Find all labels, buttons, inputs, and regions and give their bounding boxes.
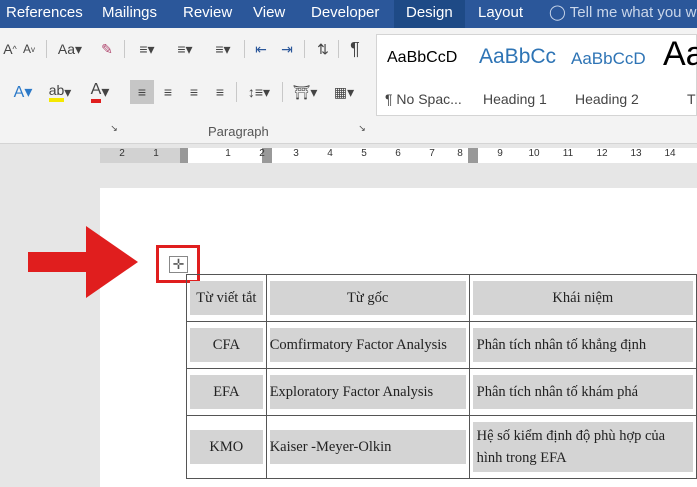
style-sample: AaBbCcD xyxy=(571,49,646,68)
style-sample: Aa xyxy=(663,35,697,73)
paragraph-group-label: Paragraph xyxy=(208,124,269,139)
style-heading-2[interactable]: AaBbCcD Heading 2 xyxy=(565,35,657,115)
ruler-number: 4 xyxy=(327,148,333,159)
cell-text-line: Hệ số kiểm định độ phù hợp của xyxy=(476,428,666,444)
text-effects-icon[interactable]: A▾ xyxy=(6,80,40,104)
style-no-spacing[interactable]: AaBbCcD ¶ No Spac... xyxy=(377,35,473,115)
table-cell[interactable]: Phân tích nhân tố khẳng định xyxy=(468,321,697,369)
ribbon: A ^ Av Aa▾ ✎ ≡▾ ≡▾ ≡▾ ⇤ ⇥ ⇅ ¶ A▾ ab ▾ A ▾ ≡… xyxy=(0,28,697,144)
horizontal-ruler[interactable]: 2 1 1 2 3 4 5 6 7 8 9 10 11 12 13 14 xyxy=(0,145,697,167)
table-header-cell[interactable]: Khái niệm xyxy=(468,274,697,322)
table-header-row: Từ viết tắt Từ gốc Khái niệm xyxy=(186,274,697,322)
shrink-font-icon[interactable]: Av xyxy=(20,38,38,60)
tell-me-search[interactable]: ◯ Tell me what you w xyxy=(549,0,697,28)
paragraph-dialog-launcher-icon[interactable]: ↘ xyxy=(356,122,368,134)
column-marker[interactable] xyxy=(180,148,188,163)
numbering-icon[interactable]: ≡▾ xyxy=(168,38,202,60)
ruler-number: 11 xyxy=(562,148,574,159)
table-cell[interactable]: CFA xyxy=(186,321,267,369)
table-cell[interactable]: Exploratory Factor Analysis xyxy=(265,368,470,416)
ruler-number: 5 xyxy=(361,148,367,159)
ruler-number: 7 xyxy=(429,148,435,159)
ribbon-tab-bar: References Mailings Review View Develope… xyxy=(0,0,697,28)
style-name: T xyxy=(687,91,696,107)
table-cell[interactable]: KMO xyxy=(186,415,267,479)
font-dialog-launcher-icon[interactable]: ↘ xyxy=(108,122,120,134)
style-name: Heading 2 xyxy=(575,91,639,107)
style-heading-1[interactable]: AaBbCc Heading 1 xyxy=(473,35,565,115)
ruler-number: 1 xyxy=(225,148,231,159)
tab-references[interactable]: References xyxy=(6,0,83,28)
tell-me-text: Tell me what you w xyxy=(569,4,697,21)
table-cell[interactable]: Hệ số kiểm định độ phù hợp của hình tron… xyxy=(468,415,697,479)
style-title[interactable]: Aa T xyxy=(657,35,697,115)
ruler-number: 13 xyxy=(630,148,642,159)
ruler-number: 10 xyxy=(528,148,540,159)
borders-icon[interactable]: ▦▾ xyxy=(326,80,362,104)
show-formatting-marks-icon[interactable]: ¶ xyxy=(344,38,366,60)
table-header-cell[interactable]: Từ gốc xyxy=(265,274,470,322)
cell-text-line: hình trong EFA xyxy=(476,450,567,466)
grow-font-icon[interactable]: A ^ xyxy=(2,38,18,60)
table-cell[interactable]: Kaiser -Meyer-Olkin xyxy=(265,415,470,479)
table-move-handle-icon[interactable]: ✛ xyxy=(169,256,188,273)
annotation-arrow-icon xyxy=(28,226,138,298)
highlight-color-icon[interactable]: ab ▾ xyxy=(44,80,76,104)
table-cell[interactable]: Phân tích nhân tố khám phá xyxy=(468,368,697,416)
increase-indent-icon[interactable]: ⇥ xyxy=(276,38,298,60)
sort-icon[interactable]: ⇅ xyxy=(312,38,334,60)
change-case-icon[interactable]: Aa▾ xyxy=(52,38,88,60)
table-cell[interactable]: Comfirmatory Factor Analysis xyxy=(265,321,470,369)
bullets-icon[interactable]: ≡▾ xyxy=(130,38,164,60)
table-row: EFA Exploratory Factor Analysis Phân tíc… xyxy=(186,368,697,416)
style-name: Heading 1 xyxy=(483,91,547,107)
style-sample: AaBbCcD xyxy=(387,49,458,66)
table-row: CFA Comfirmatory Factor Analysis Phân tí… xyxy=(186,321,697,369)
tab-developer[interactable]: Developer xyxy=(311,0,379,28)
ruler-number: 9 xyxy=(497,148,503,159)
glossary-table[interactable]: Từ viết tắt Từ gốc Khái niệm CFA Comfirm… xyxy=(186,274,697,479)
decrease-indent-icon[interactable]: ⇤ xyxy=(250,38,272,60)
styles-gallery: AaBbCcD ¶ No Spac... AaBbCc Heading 1 Aa… xyxy=(376,34,697,116)
ruler-number: 2 xyxy=(119,148,125,159)
tab-view[interactable]: View xyxy=(253,0,285,28)
tab-review[interactable]: Review xyxy=(183,0,232,28)
table-row: KMO Kaiser -Meyer-Olkin Hệ số kiểm định … xyxy=(186,415,697,479)
align-left-icon[interactable]: ≡ xyxy=(130,80,154,104)
line-spacing-icon[interactable]: ↕≡▾ xyxy=(242,80,276,104)
ruler-number: 1 xyxy=(153,148,159,159)
tab-mailings[interactable]: Mailings xyxy=(102,0,157,28)
lightbulb-icon: ◯ xyxy=(549,4,566,21)
table-cell[interactable]: EFA xyxy=(186,368,267,416)
ruler-number: 12 xyxy=(596,148,608,159)
ruler-number: 3 xyxy=(293,148,299,159)
font-color-icon[interactable]: A ▾ xyxy=(82,80,118,104)
clear-formatting-icon[interactable]: ✎ xyxy=(96,38,118,60)
tab-design[interactable]: Design xyxy=(394,0,465,28)
shading-icon[interactable]: ⛩▾ xyxy=(288,80,322,104)
table-header-cell[interactable]: Từ viết tắt xyxy=(186,274,267,322)
justify-icon[interactable]: ≡ xyxy=(208,80,232,104)
align-center-icon[interactable]: ≡ xyxy=(156,80,180,104)
ruler-number: 14 xyxy=(664,148,676,159)
tab-layout[interactable]: Layout xyxy=(478,0,523,28)
ruler-number: 8 xyxy=(457,148,463,159)
style-sample: AaBbCc xyxy=(479,45,557,68)
style-name: ¶ No Spac... xyxy=(385,91,462,107)
align-right-icon[interactable]: ≡ xyxy=(182,80,206,104)
ruler-number: 6 xyxy=(395,148,401,159)
column-marker[interactable] xyxy=(468,148,478,163)
multilevel-list-icon[interactable]: ≡▾ xyxy=(206,38,240,60)
ruler-number: 2 xyxy=(259,148,265,159)
